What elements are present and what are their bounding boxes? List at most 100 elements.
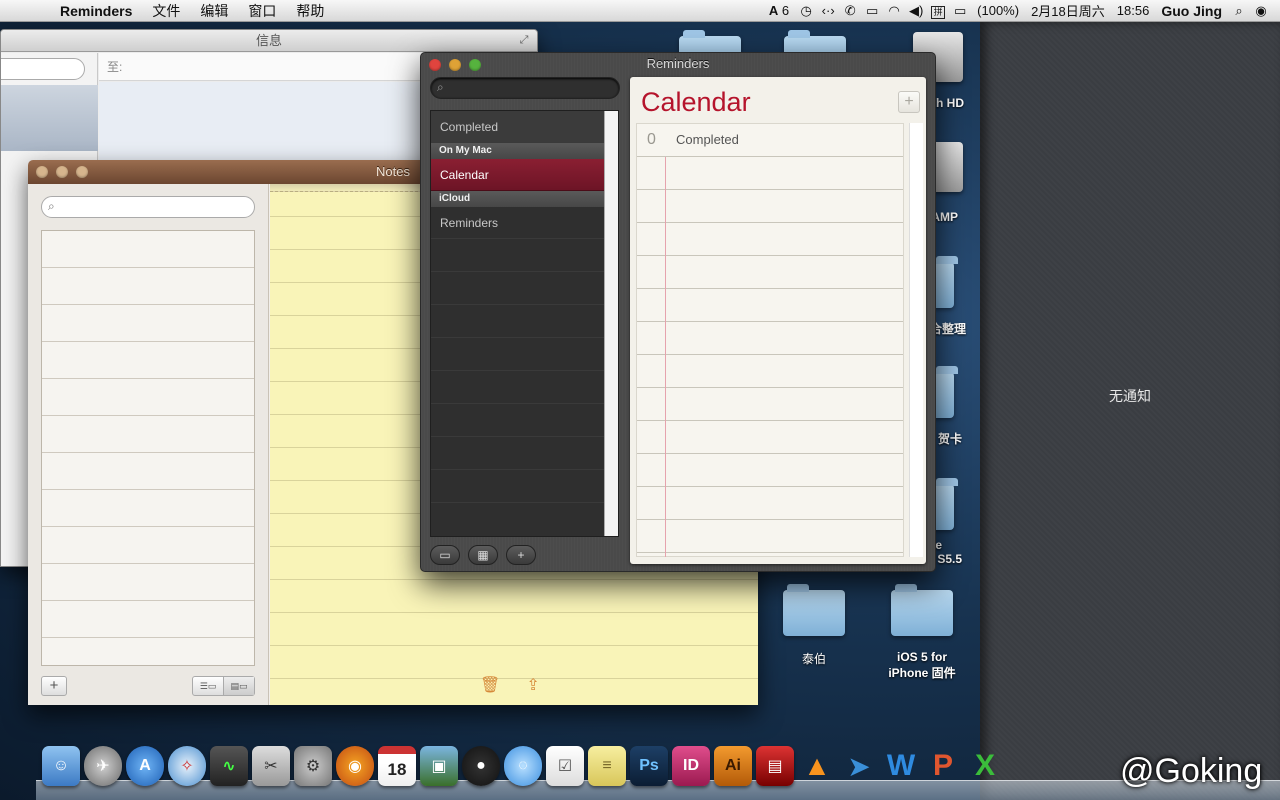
show-sidebar-button[interactable]: ▭ (430, 545, 460, 565)
selected-conversation[interactable] (1, 85, 98, 151)
folder-label-line1: iOS 5 for (896, 650, 947, 664)
status-area: A 6 ◷ ‹·› ✆ ▭ ◠ ◀) 拼 ▭ (100%) 2月18日周六 18… (763, 0, 1280, 22)
menu-window[interactable]: 窗口 (238, 1, 286, 21)
launchpad-icon[interactable]: ✈ (84, 746, 122, 786)
firefox-icon[interactable]: ◉ (336, 746, 374, 786)
notes-icon[interactable]: ≡ (588, 746, 626, 786)
photo-booth-icon[interactable]: ▤ (756, 746, 794, 786)
volume-icon[interactable]: ◀) (905, 3, 927, 19)
reminders-lined-area[interactable]: 0 Completed (636, 123, 904, 557)
indesign-icon[interactable]: ID (672, 746, 710, 786)
list-item-completed[interactable]: Completed (431, 111, 606, 143)
add-reminder-button[interactable]: + (898, 91, 920, 113)
list-item-label: Reminders (440, 216, 499, 230)
notes-list[interactable] (41, 230, 255, 666)
sync-icon[interactable]: ‹·› (817, 3, 839, 18)
window-controls (429, 59, 481, 71)
phone-icon[interactable]: ✆ (839, 3, 861, 19)
powerpoint-icon[interactable]: P (924, 746, 962, 786)
weibo-watermark: @Goking (1120, 752, 1263, 790)
reminders-window: Reminders ⌕ Completed On My Mac Calendar… (420, 52, 936, 572)
list-item-calendar[interactable]: Calendar (431, 159, 606, 191)
close-button[interactable] (36, 166, 48, 178)
completed-label: Completed (676, 132, 739, 147)
share-icon[interactable]: ⇪ (526, 675, 539, 695)
wifi-icon[interactable]: ◠ (883, 3, 905, 19)
dock-icons: ☺ ✈ A ✧ ∿ ✂ ⚙ ◉ 18 ▣ ● ◌ ☑ ≡ Ps ID Ai ▤ … (42, 746, 1004, 786)
id-label: ID (683, 757, 699, 774)
messages-icon[interactable]: ◌ (504, 746, 542, 786)
notes-search-input[interactable]: ⌕ (41, 196, 255, 218)
fullscreen-icon[interactable]: ⤢ (517, 33, 531, 47)
time-machine-icon[interactable]: ◷ (795, 3, 817, 19)
qq-icon[interactable]: ● (462, 746, 500, 786)
minimize-button[interactable] (449, 59, 461, 71)
app-store-icon[interactable]: A (126, 746, 164, 786)
battery-icon[interactable]: ▭ (949, 3, 971, 19)
finder-icon[interactable]: ☺ (42, 746, 80, 786)
search-icon: ⌕ (437, 80, 444, 94)
menu-file[interactable]: 文件 (142, 1, 190, 21)
vlc-icon[interactable]: ▲ (798, 746, 836, 786)
airplay-icon[interactable]: ▭ (861, 3, 883, 19)
spotlight-icon[interactable]: ⌕ (1228, 3, 1250, 19)
menu-help[interactable]: 帮助 (286, 1, 334, 21)
adobe-count: 6 (781, 3, 790, 18)
list-item-reminders[interactable]: Reminders (431, 207, 606, 239)
folder-label: 泰伯 (801, 652, 826, 666)
grapher-icon[interactable]: ✂ (252, 746, 290, 786)
notification-center-icon[interactable]: ◉ (1250, 3, 1272, 19)
completed-row[interactable]: 0 Completed (637, 124, 905, 156)
list-title: Calendar (641, 87, 751, 117)
user-name[interactable]: Guo Jing (1155, 3, 1228, 19)
illustrator-icon[interactable]: Ai (714, 746, 752, 786)
lists-scrollbar[interactable] (604, 111, 618, 536)
input-method-icon[interactable]: 拼 (927, 3, 949, 19)
reminders-search-input[interactable]: ⌕ (430, 77, 620, 99)
desktop-folder-taibo[interactable]: 泰伯 (776, 584, 852, 667)
messages-search-input[interactable] (1, 58, 85, 80)
show-calendar-button[interactable]: ▦ (468, 545, 498, 565)
list-view-icon[interactable]: ☰▭ (193, 677, 223, 695)
window-controls (36, 166, 88, 178)
photoshop-icon[interactable]: Ps (630, 746, 668, 786)
adobe-updates-status[interactable]: A 6 (763, 3, 795, 18)
reminders-pad: Calendar + 0 Completed (630, 77, 926, 564)
safari-icon[interactable]: ✧ (168, 746, 206, 786)
search-icon: ⌕ (48, 199, 55, 213)
close-button[interactable] (429, 59, 441, 71)
add-list-button[interactable]: + (506, 545, 536, 565)
zoom-button[interactable] (469, 59, 481, 71)
system-preferences-icon[interactable]: ⚙ (294, 746, 332, 786)
pad-scrollbar[interactable] (909, 123, 923, 557)
desktop-folder-ios[interactable]: iOS 5 for iPhone 固件 (880, 584, 964, 681)
note-footer: 🗑 ⇪ (480, 675, 540, 695)
menu-clock[interactable]: 18:56 (1111, 3, 1156, 18)
minimize-button[interactable] (56, 166, 68, 178)
split-view-icon[interactable]: ▤▭ (223, 677, 254, 695)
excel-icon[interactable]: X (966, 746, 1004, 786)
ai-label: Ai (725, 757, 741, 774)
battery-percent[interactable]: (100%) (971, 3, 1025, 18)
trash-icon[interactable]: 🗑 (480, 675, 500, 695)
zoom-button[interactable] (76, 166, 88, 178)
list-item-label: Completed (440, 120, 499, 134)
messages-title-bar[interactable]: 信息 ⤢ (1, 30, 537, 52)
menu-edit[interactable]: 编辑 (190, 1, 238, 21)
iphoto-icon[interactable]: ▣ (420, 746, 458, 786)
word-icon[interactable]: W (882, 746, 920, 786)
group-header-on-my-mac: On My Mac (431, 143, 606, 159)
calendar-icon[interactable]: 18 (378, 746, 416, 786)
to-label: 至: (107, 60, 123, 74)
view-toggle: ☰▭ ▤▭ (192, 676, 255, 696)
menu-date[interactable]: 2月18日周六 (1025, 1, 1111, 20)
activity-monitor-icon[interactable]: ∿ (210, 746, 248, 786)
reminders-bottom-toolbar: ▭ ▦ + (430, 545, 536, 565)
notes-title: Notes (376, 164, 410, 179)
add-note-button[interactable]: + (41, 676, 67, 696)
reminders-title-bar[interactable]: Reminders (421, 53, 935, 75)
menu-app-name[interactable]: Reminders (50, 3, 142, 19)
xcode-icon[interactable]: ➤ (840, 746, 878, 786)
ps-label: Ps (639, 757, 659, 774)
reminders-icon[interactable]: ☑ (546, 746, 584, 786)
